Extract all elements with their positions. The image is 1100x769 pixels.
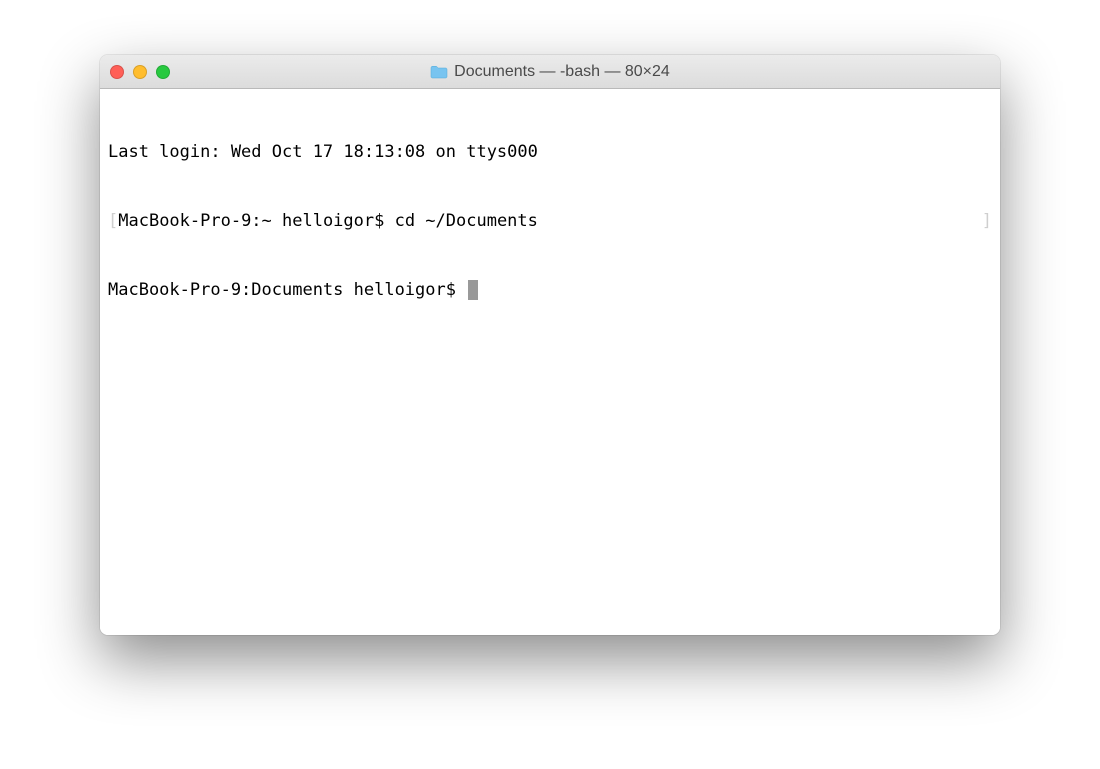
window-title-area: Documents — -bash — 80×24 xyxy=(100,63,1000,81)
minimize-button[interactable] xyxy=(133,65,147,79)
bracket-left: [ xyxy=(108,210,118,233)
bracket-right: ] xyxy=(982,210,992,233)
terminal-body[interactable]: Last login: Wed Oct 17 18:13:08 on ttys0… xyxy=(100,89,1000,635)
terminal-window: Documents — -bash — 80×24 Last login: We… xyxy=(100,55,1000,635)
window-title: Documents — -bash — 80×24 xyxy=(454,63,670,81)
prompt-line-2: MacBook-Pro-9:Documents helloigor$ xyxy=(108,279,992,302)
prompt-1: MacBook-Pro-9:~ helloigor$ xyxy=(118,211,394,231)
titlebar[interactable]: Documents — -bash — 80×24 xyxy=(100,55,1000,89)
traffic-lights xyxy=(110,65,170,79)
prompt-line-1: [MacBook-Pro-9:~ helloigor$ cd ~/Documen… xyxy=(108,210,992,233)
cursor xyxy=(468,280,478,300)
maximize-button[interactable] xyxy=(156,65,170,79)
folder-icon xyxy=(430,65,448,79)
last-login-line: Last login: Wed Oct 17 18:13:08 on ttys0… xyxy=(108,141,992,164)
command-1: cd ~/Documents xyxy=(395,211,538,231)
prompt-2: MacBook-Pro-9:Documents helloigor$ xyxy=(108,279,466,302)
close-button[interactable] xyxy=(110,65,124,79)
